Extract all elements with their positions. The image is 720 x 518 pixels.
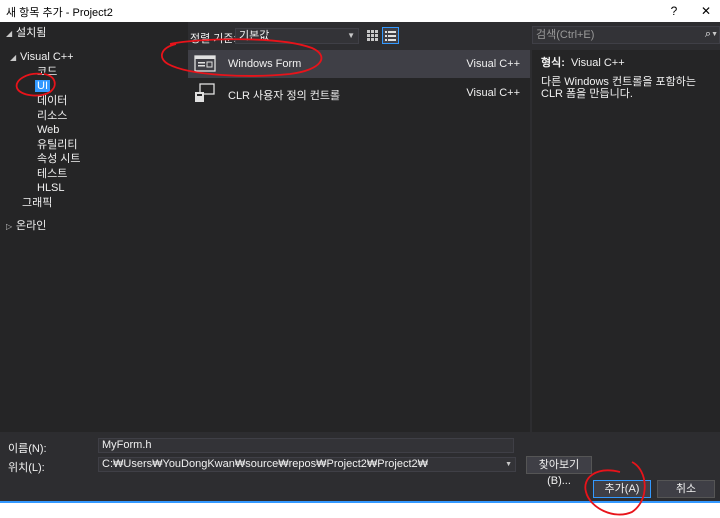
- expand-arrow-icon[interactable]: ◢: [10, 50, 20, 65]
- template-info-type: 형식: Visual C++: [541, 57, 625, 69]
- template-name: CLR 사용자 정의 컨트롤: [228, 90, 341, 102]
- cancel-button[interactable]: 취소: [657, 480, 715, 498]
- add-button[interactable]: 추가(A): [593, 480, 651, 498]
- chevron-down-icon[interactable]: ▼: [711, 27, 718, 43]
- list-view-icon: [385, 31, 396, 41]
- tree-item-visual-cpp[interactable]: ◢ Visual C++: [10, 50, 74, 65]
- list-view-button[interactable]: [382, 27, 399, 44]
- expand-arrow-icon[interactable]: ◢: [6, 26, 16, 41]
- tree-item-data[interactable]: 데이터: [37, 94, 67, 109]
- form-icon: [194, 55, 216, 72]
- tree-item-ui[interactable]: UI: [35, 79, 50, 94]
- tree-item-resource[interactable]: 리소스: [37, 109, 67, 124]
- chevron-down-icon: ▼: [347, 31, 355, 40]
- template-item-clr-control[interactable]: CLR 사용자 정의 컨트롤 Visual C++: [188, 79, 530, 107]
- location-label: 위치(L):: [8, 462, 45, 474]
- grid-view-icon: [367, 30, 378, 41]
- window-title: 새 항목 추가 - Project2: [6, 7, 113, 19]
- name-field[interactable]: MyForm.h: [98, 438, 514, 453]
- tree-item-installed[interactable]: ◢ 설치됨: [6, 26, 46, 41]
- category-tree: ◢ 설치됨 ◢ Visual C++ 코드 UI 데이터 리소스 Web 유틸리티 …: [0, 22, 188, 432]
- search-input[interactable]: 검색(Ctrl+E) ⌕ ▼: [532, 26, 720, 44]
- expand-arrow-icon[interactable]: ▷: [6, 219, 16, 234]
- bottom-form: 이름(N): MyForm.h 위치(L): C:₩Users₩YouDongK…: [0, 432, 720, 518]
- search-placeholder: 검색(Ctrl+E): [536, 29, 595, 41]
- browse-button[interactable]: 찾아보기(B)...: [526, 456, 592, 487]
- close-button[interactable]: ✕: [696, 2, 716, 20]
- template-name: Windows Form: [228, 58, 302, 70]
- template-type: Visual C++: [466, 87, 520, 99]
- tree-item-code[interactable]: 코드: [37, 65, 57, 80]
- custom-control-icon: [195, 83, 215, 102]
- title-bar: 새 항목 추가 - Project2 ? ✕: [0, 0, 720, 22]
- sort-value: 기본값: [239, 30, 270, 42]
- location-field[interactable]: C:₩Users₩YouDongKwan₩source₩repos₩Projec…: [98, 457, 516, 472]
- sort-label: 정렬 기준:: [190, 33, 237, 45]
- sort-toolbar: 정렬 기준: 기본값 ▼: [188, 22, 532, 50]
- tree-item-property-sheet[interactable]: 속성 시트: [37, 152, 81, 167]
- template-item-windows-form[interactable]: Windows Form Visual C++: [188, 50, 530, 78]
- template-type: Visual C++: [466, 58, 520, 70]
- sort-dropdown[interactable]: 기본값 ▼: [235, 28, 359, 44]
- tree-item-online[interactable]: ▷ 온라인: [6, 219, 46, 234]
- tree-item-graphics[interactable]: 그래픽: [22, 196, 52, 211]
- tree-item-utility[interactable]: 유틸리티: [37, 138, 77, 153]
- search-icon[interactable]: ⌕: [705, 26, 711, 42]
- tree-item-test[interactable]: 테스트: [37, 167, 67, 182]
- help-button[interactable]: ?: [664, 2, 684, 20]
- template-list: Windows Form Visual C++ CLR 사용자 정의 컨트롤 V…: [188, 50, 530, 432]
- name-label: 이름(N):: [8, 443, 47, 455]
- tree-item-hlsl[interactable]: HLSL: [37, 181, 65, 196]
- template-description: 다른 Windows 컨트롤을 포함하는 CLR 폼을 만듭니다.: [541, 76, 696, 100]
- grid-view-button[interactable]: [364, 27, 381, 44]
- tree-item-web[interactable]: Web: [37, 123, 59, 138]
- chevron-down-icon[interactable]: ▼: [505, 458, 512, 471]
- template-info-panel: 형식: Visual C++ 다른 Windows 컨트롤을 포함하는 CLR …: [532, 50, 720, 432]
- window-footer: [0, 503, 720, 518]
